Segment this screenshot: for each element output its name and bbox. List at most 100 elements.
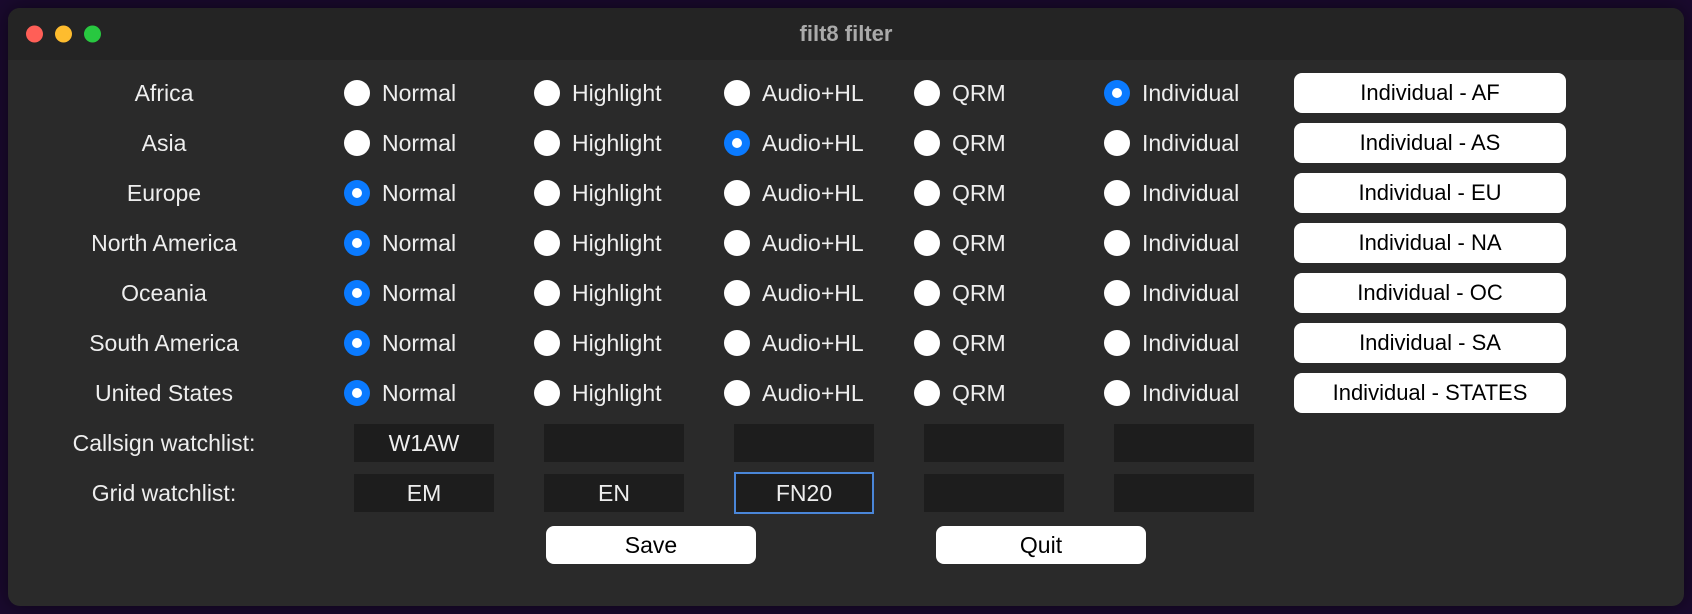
individual-button[interactable]: Individual - AS xyxy=(1294,123,1566,163)
option-normal[interactable]: Normal xyxy=(344,130,534,157)
radio-highlight[interactable] xyxy=(534,280,560,306)
radio-individual[interactable] xyxy=(1104,80,1130,106)
option-audio_hl[interactable]: Audio+HL xyxy=(724,80,914,107)
option-individual[interactable]: Individual xyxy=(1104,180,1294,207)
maximize-window-icon[interactable] xyxy=(84,26,101,43)
option-individual[interactable]: Individual xyxy=(1104,80,1294,107)
region-row: EuropeNormalHighlightAudio+HLQRMIndividu… xyxy=(24,168,1668,218)
option-highlight[interactable]: Highlight xyxy=(534,130,724,157)
option-highlight[interactable]: Highlight xyxy=(534,380,724,407)
radio-qrm[interactable] xyxy=(914,180,940,206)
option-normal[interactable]: Normal xyxy=(344,80,534,107)
close-window-icon[interactable] xyxy=(26,26,43,43)
radio-individual[interactable] xyxy=(1104,380,1130,406)
individual-button[interactable]: Individual - STATES xyxy=(1294,373,1566,413)
option-qrm[interactable]: QRM xyxy=(914,180,1104,207)
radio-normal[interactable] xyxy=(344,130,370,156)
option-label-audio_hl: Audio+HL xyxy=(762,230,864,257)
option-highlight[interactable]: Highlight xyxy=(534,280,724,307)
grid-watchlist-input-2[interactable] xyxy=(734,472,874,514)
option-audio_hl[interactable]: Audio+HL xyxy=(724,380,914,407)
option-qrm[interactable]: QRM xyxy=(914,280,1104,307)
option-qrm[interactable]: QRM xyxy=(914,230,1104,257)
option-normal[interactable]: Normal xyxy=(344,380,534,407)
callsign-watchlist-input-0[interactable] xyxy=(354,424,494,462)
callsign-watchlist-input-2[interactable] xyxy=(734,424,874,462)
grid-watchlist-input-3[interactable] xyxy=(924,474,1064,512)
radio-normal[interactable] xyxy=(344,180,370,206)
grid-watchlist-input-0[interactable] xyxy=(354,474,494,512)
option-individual[interactable]: Individual xyxy=(1104,280,1294,307)
radio-individual[interactable] xyxy=(1104,280,1130,306)
option-normal[interactable]: Normal xyxy=(344,280,534,307)
option-highlight[interactable]: Highlight xyxy=(534,180,724,207)
radio-qrm[interactable] xyxy=(914,230,940,256)
radio-normal[interactable] xyxy=(344,330,370,356)
option-audio_hl[interactable]: Audio+HL xyxy=(724,230,914,257)
radio-audio_hl[interactable] xyxy=(724,380,750,406)
option-highlight[interactable]: Highlight xyxy=(534,80,724,107)
radio-audio_hl[interactable] xyxy=(724,80,750,106)
option-audio_hl[interactable]: Audio+HL xyxy=(724,180,914,207)
radio-highlight[interactable] xyxy=(534,230,560,256)
option-label-audio_hl: Audio+HL xyxy=(762,80,864,107)
radio-individual[interactable] xyxy=(1104,180,1130,206)
option-qrm[interactable]: QRM xyxy=(914,80,1104,107)
radio-highlight[interactable] xyxy=(534,80,560,106)
option-audio_hl[interactable]: Audio+HL xyxy=(724,330,914,357)
radio-qrm[interactable] xyxy=(914,380,940,406)
option-normal[interactable]: Normal xyxy=(344,180,534,207)
radio-qrm[interactable] xyxy=(914,280,940,306)
callsign-watchlist-input-4[interactable] xyxy=(1114,424,1254,462)
region-row: AfricaNormalHighlightAudio+HLQRMIndividu… xyxy=(24,68,1668,118)
radio-audio_hl[interactable] xyxy=(724,130,750,156)
option-qrm[interactable]: QRM xyxy=(914,380,1104,407)
individual-button[interactable]: Individual - AF xyxy=(1294,73,1566,113)
individual-button[interactable]: Individual - NA xyxy=(1294,223,1566,263)
option-qrm[interactable]: QRM xyxy=(914,130,1104,157)
radio-individual[interactable] xyxy=(1104,230,1130,256)
option-audio_hl[interactable]: Audio+HL xyxy=(724,130,914,157)
radio-audio_hl[interactable] xyxy=(724,330,750,356)
individual-button[interactable]: Individual - OC xyxy=(1294,273,1566,313)
option-normal[interactable]: Normal xyxy=(344,230,534,257)
radio-audio_hl[interactable] xyxy=(724,230,750,256)
option-label-audio_hl: Audio+HL xyxy=(762,330,864,357)
option-individual[interactable]: Individual xyxy=(1104,380,1294,407)
radio-highlight[interactable] xyxy=(534,330,560,356)
option-qrm[interactable]: QRM xyxy=(914,330,1104,357)
option-normal[interactable]: Normal xyxy=(344,330,534,357)
minimize-window-icon[interactable] xyxy=(55,26,72,43)
radio-audio_hl[interactable] xyxy=(724,280,750,306)
option-label-individual: Individual xyxy=(1142,330,1239,357)
radio-normal[interactable] xyxy=(344,230,370,256)
individual-button[interactable]: Individual - EU xyxy=(1294,173,1566,213)
radio-qrm[interactable] xyxy=(914,80,940,106)
radio-qrm[interactable] xyxy=(914,130,940,156)
radio-normal[interactable] xyxy=(344,280,370,306)
region-row: AsiaNormalHighlightAudio+HLQRMIndividual… xyxy=(24,118,1668,168)
option-individual[interactable]: Individual xyxy=(1104,330,1294,357)
option-label-audio_hl: Audio+HL xyxy=(762,380,864,407)
radio-normal[interactable] xyxy=(344,80,370,106)
radio-highlight[interactable] xyxy=(534,180,560,206)
callsign-watchlist-input-3[interactable] xyxy=(924,424,1064,462)
option-highlight[interactable]: Highlight xyxy=(534,330,724,357)
radio-individual[interactable] xyxy=(1104,330,1130,356)
option-individual[interactable]: Individual xyxy=(1104,230,1294,257)
radio-highlight[interactable] xyxy=(534,130,560,156)
radio-highlight[interactable] xyxy=(534,380,560,406)
quit-button[interactable]: Quit xyxy=(936,526,1146,564)
option-highlight[interactable]: Highlight xyxy=(534,230,724,257)
individual-button[interactable]: Individual - SA xyxy=(1294,323,1566,363)
option-individual[interactable]: Individual xyxy=(1104,130,1294,157)
callsign-watchlist-input-1[interactable] xyxy=(544,424,684,462)
grid-watchlist-input-4[interactable] xyxy=(1114,474,1254,512)
radio-individual[interactable] xyxy=(1104,130,1130,156)
grid-watchlist-input-1[interactable] xyxy=(544,474,684,512)
save-button[interactable]: Save xyxy=(546,526,756,564)
radio-qrm[interactable] xyxy=(914,330,940,356)
option-audio_hl[interactable]: Audio+HL xyxy=(724,280,914,307)
radio-audio_hl[interactable] xyxy=(724,180,750,206)
radio-normal[interactable] xyxy=(344,380,370,406)
